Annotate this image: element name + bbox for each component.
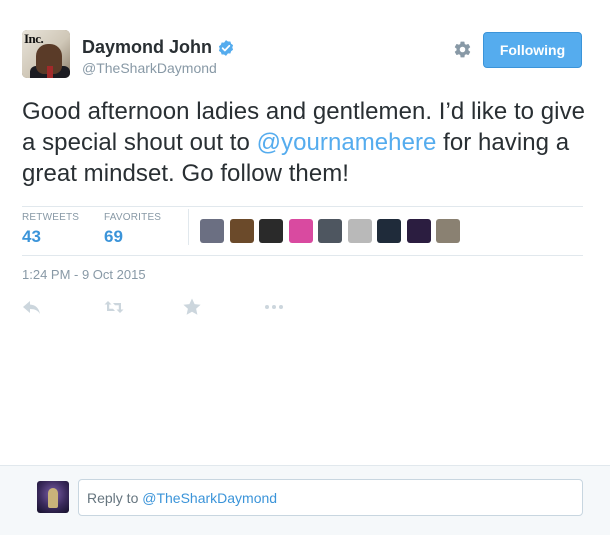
- favoriter-avatar[interactable]: [318, 219, 342, 243]
- stats-bottom-divider: [22, 255, 583, 256]
- favoriter-avatar[interactable]: [436, 219, 460, 243]
- favoriter-avatar[interactable]: [377, 219, 401, 243]
- current-user-avatar[interactable]: [37, 481, 69, 513]
- favoriter-avatar[interactable]: [288, 219, 313, 243]
- reply-input[interactable]: Reply to @TheSharkDaymond: [78, 479, 583, 516]
- favoriter-avatars: [200, 219, 466, 243]
- author-handle[interactable]: @TheSharkDaymond: [82, 60, 217, 76]
- author-avatar[interactable]: Inc.: [22, 30, 70, 78]
- favorites-label: FAVORITES: [104, 212, 162, 223]
- gear-icon[interactable]: [453, 40, 472, 59]
- reply-icon[interactable]: [22, 298, 42, 316]
- more-options-icon[interactable]: [264, 298, 284, 316]
- stats-top-divider: [22, 206, 583, 207]
- retweet-icon[interactable]: [104, 298, 124, 316]
- favoriter-avatar[interactable]: [229, 219, 254, 243]
- favoriter-avatar[interactable]: [200, 219, 224, 243]
- verified-badge-icon: [218, 39, 234, 56]
- tweet-timestamp[interactable]: 1:24 PM - 9 Oct 2015: [22, 267, 146, 282]
- favorites-count: 69: [104, 227, 123, 246]
- author-name-row: Daymond John: [82, 37, 235, 58]
- favoriter-avatar[interactable]: [406, 219, 431, 243]
- retweets-label: RETWEETS: [22, 212, 80, 223]
- reply-prefix: Reply to: [87, 490, 143, 506]
- retweets-count: 43: [22, 227, 41, 246]
- author-name[interactable]: Daymond John: [82, 37, 212, 58]
- reply-mention: @TheSharkDaymond: [142, 490, 278, 506]
- stats-separator: [188, 209, 189, 245]
- tweet-card: Inc. Daymond John @TheSharkDaymond Follo…: [0, 0, 610, 465]
- tweet-mention-link[interactable]: @yournamehere: [257, 129, 437, 156]
- favorites-stat[interactable]: FAVORITES 69: [104, 212, 161, 247]
- following-button[interactable]: Following: [483, 32, 582, 68]
- favoriter-avatar[interactable]: [259, 219, 283, 243]
- favoriter-avatar[interactable]: [347, 219, 372, 243]
- tweet-text: Good afternoon ladies and gentlemen. I’d…: [22, 96, 592, 189]
- avatar-magazine-logo: Inc.: [24, 31, 44, 46]
- retweets-stat[interactable]: RETWEETS 43: [22, 212, 79, 247]
- favorite-star-icon[interactable]: [182, 298, 202, 316]
